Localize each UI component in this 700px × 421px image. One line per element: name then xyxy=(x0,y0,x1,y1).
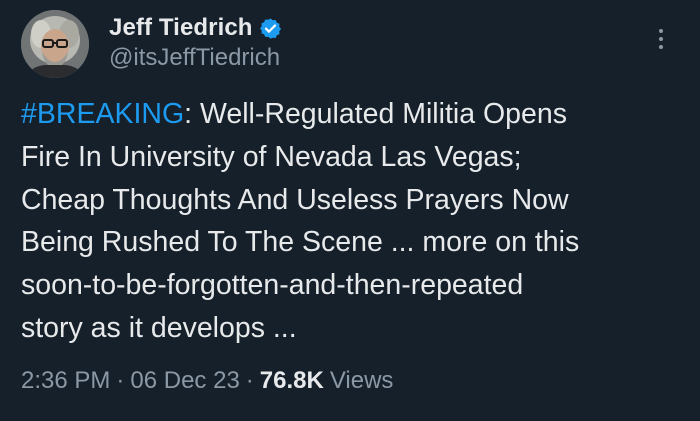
tweet-text-line: Being Rushed To The Scene ... more on th… xyxy=(21,226,580,259)
tweet-text-segment: : Well-Regulated Militia Opens xyxy=(184,98,567,130)
more-options-icon[interactable] xyxy=(651,24,671,54)
verified-badge-icon xyxy=(259,17,282,40)
tweet-text: #BREAKING: Well-Regulated Militia Opens … xyxy=(21,93,681,350)
tweet-text-line: soon-to-be-forgotten-and-then-repeated xyxy=(21,269,524,302)
tweet-card: Jeff Tiedrich @itsJeffTiedrich #BREAKING… xyxy=(0,0,700,421)
meta-separator: · xyxy=(245,367,254,394)
more-dot xyxy=(659,29,663,33)
tweet-text-line: #BREAKING: Well-Regulated Militia Opens xyxy=(21,93,681,136)
tweet-text-line: Cheap Thoughts And Useless Prayers Now xyxy=(21,183,569,216)
hashtag-link[interactable]: #BREAKING xyxy=(21,98,184,130)
tweet-meta: 2:36 PM · 06 Dec 23 · 76.8K Views xyxy=(21,367,393,395)
views-count[interactable]: 76.8K xyxy=(260,367,324,395)
tweet-time[interactable]: 2:36 PM xyxy=(21,367,110,395)
avatar-image xyxy=(21,10,89,78)
avatar[interactable] xyxy=(21,10,89,78)
more-dot xyxy=(659,45,663,49)
author-handle[interactable]: @itsJeffTiedrich xyxy=(109,44,280,72)
author-name-row: Jeff Tiedrich xyxy=(109,11,282,45)
tweet-date[interactable]: 06 Dec 23 xyxy=(130,367,239,395)
views-label[interactable]: Views xyxy=(330,367,394,395)
tweet-text-line: Fire In University of Nevada Las Vegas; xyxy=(21,140,522,173)
author-display-name[interactable]: Jeff Tiedrich xyxy=(109,14,253,42)
tweet-text-line: story as it develops ... xyxy=(21,311,297,344)
meta-separator: · xyxy=(116,367,125,394)
more-dot xyxy=(659,37,663,41)
